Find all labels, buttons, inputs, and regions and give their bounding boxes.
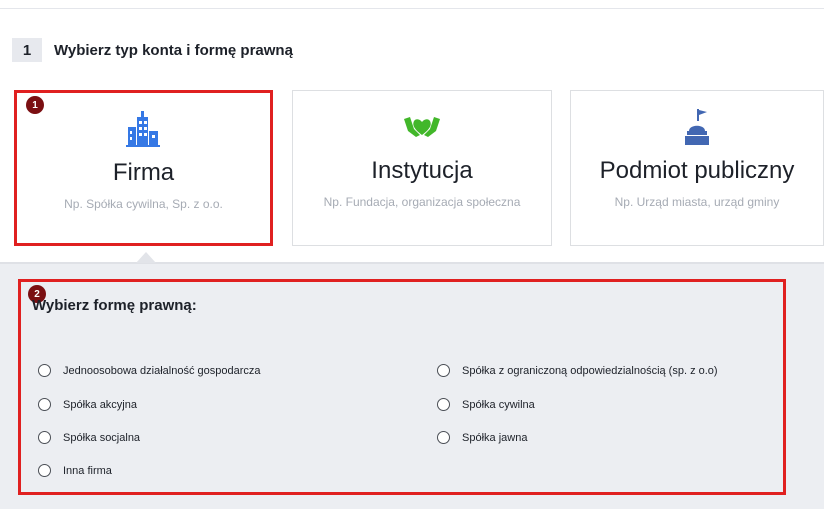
radio-label: Spółka socjalna [63,431,141,444]
radio-button[interactable] [38,464,51,477]
selected-card-pointer [136,252,156,263]
step-title: Wybierz typ konta i formę prawną [54,41,293,59]
step-number: 1 [12,38,42,62]
radio-option-spolka-socjalna[interactable]: Spółka socjalna [38,431,140,444]
radio-option-sp-z-oo[interactable]: Spółka z ograniczoną odpowiedzialnością … [437,364,718,377]
radio-option-spolka-jawna[interactable]: Spółka jawna [437,431,527,444]
radio-option-inna-firma[interactable]: Inna firma [38,464,112,477]
card-title: Podmiot publiczny [599,157,795,184]
annotation-badge-1: 1 [26,96,44,114]
radio-button[interactable] [437,364,450,377]
radio-button[interactable] [38,398,51,411]
radio-button[interactable] [437,398,450,411]
top-divider [0,8,824,9]
legal-form-title: Wybierz formę prawną: [32,297,197,314]
radio-label: Spółka z ograniczoną odpowiedzialnością … [462,364,718,377]
card-title: Instytucja [371,157,473,184]
radio-label: Spółka cywilna [462,398,535,411]
card-title: Firma [112,159,175,186]
panel-border [0,262,824,264]
radio-label: Jednoosobowa działalność gospodarcza [63,364,261,377]
account-type-card-instytucja[interactable]: Instytucja Np. Fundacja, organizacja spo… [292,90,552,246]
radio-label: Inna firma [63,464,112,477]
radio-option-jdg[interactable]: Jednoosobowa działalność gospodarcza [38,364,261,377]
step-header: 1 Wybierz typ konta i formę prawną [12,38,293,62]
radio-option-spolka-cywilna[interactable]: Spółka cywilna [437,398,535,411]
town-hall-icon [677,109,717,147]
radio-button[interactable] [38,431,51,444]
radio-label: Spółka akcyjna [63,398,137,411]
account-type-card-podmiot-publiczny[interactable]: Podmiot publiczny Np. Urząd miasta, urzą… [570,90,824,246]
account-type-card-firma[interactable]: Firma Np. Spółka cywilna, Sp. z o.o. [14,90,273,246]
radio-label: Spółka jawna [462,431,528,444]
page: 1 Wybierz typ konta i formę prawną Firma… [0,0,824,509]
radio-option-spolka-akcyjna[interactable]: Spółka akcyjna [38,398,137,411]
radio-button[interactable] [38,364,51,377]
card-subtitle: Np. Fundacja, organizacja społeczna [323,195,521,209]
radio-button[interactable] [437,431,450,444]
building-icon [124,111,164,149]
hands-heart-icon [402,109,442,147]
card-subtitle: Np. Spółka cywilna, Sp. z o.o. [64,197,223,211]
card-subtitle: Np. Urząd miasta, urząd gminy [614,195,780,209]
